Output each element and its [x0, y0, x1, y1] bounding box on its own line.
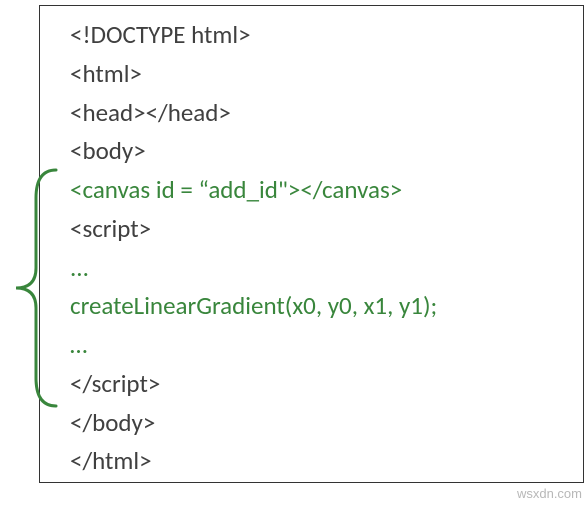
code-line-highlight: createLinearGradient(x0, y0, x1, y1); — [70, 287, 569, 326]
code-line-highlight: … — [70, 326, 569, 365]
curly-bracket-icon — [6, 168, 62, 408]
code-line: <!DOCTYPE html> — [70, 16, 569, 55]
code-line: <head></head> — [70, 94, 569, 133]
code-line: <html> — [70, 55, 569, 94]
code-line: </script> — [70, 365, 569, 404]
code-line-highlight: ... — [70, 249, 569, 288]
code-line: </html> — [70, 442, 569, 481]
code-snippet-box: <!DOCTYPE html> <html> <head></head> <bo… — [39, 5, 584, 483]
code-line-highlight: <canvas id = “add_id"></canvas> — [70, 171, 569, 210]
code-line: <script> — [70, 210, 569, 249]
watermark-text: wsxdn.com — [517, 486, 582, 501]
code-line: <body> — [70, 132, 569, 171]
code-line: </body> — [70, 404, 569, 443]
